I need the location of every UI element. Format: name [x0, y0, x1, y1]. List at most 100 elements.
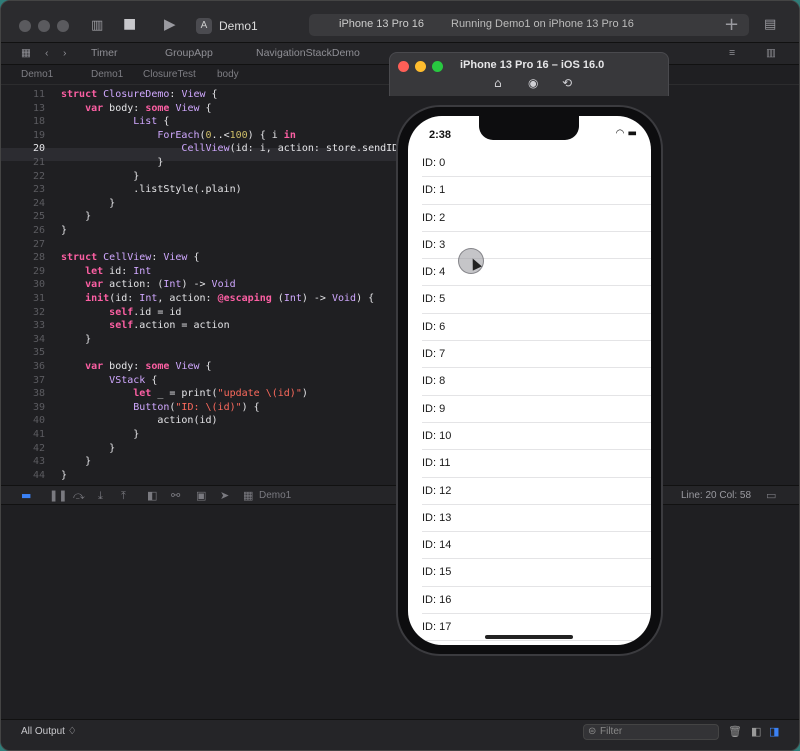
sim-minimize-button[interactable] — [415, 61, 426, 72]
id-button[interactable]: ID: 2 — [408, 205, 651, 233]
close-window-button[interactable] — [19, 20, 31, 32]
id-button[interactable]: ID: 10 — [408, 423, 651, 451]
code-line[interactable]: } — [61, 171, 139, 182]
id-button[interactable]: ID: 16 — [408, 587, 651, 615]
tab-navigationstackdemo[interactable]: NavigationStackDemo — [256, 47, 360, 59]
code-line[interactable]: let id: Int — [61, 266, 151, 277]
tab-timer[interactable]: Timer — [91, 47, 117, 59]
output-selector[interactable]: All Output ♢ — [21, 726, 77, 737]
home-icon[interactable]: ⌂ — [494, 76, 502, 90]
step-over-icon[interactable]: ⤼ — [73, 489, 85, 503]
id-button[interactable]: ID: 9 — [408, 396, 651, 424]
id-list[interactable]: ID: 0 ID: 1 ID: 2 ID: 3 ID: 4 ID: 5 ID: 6 ID: 7… — [408, 150, 651, 642]
filter-input[interactable]: Filter — [583, 724, 719, 740]
view-hierarchy-icon[interactable]: ◧ — [147, 489, 157, 502]
console-view-icon[interactable]: ◨ — [769, 725, 779, 738]
code-line[interactable]: var action: (Int) -> Void — [61, 279, 236, 290]
id-button[interactable]: ID: 13 — [408, 505, 651, 533]
code-line[interactable]: } — [61, 334, 91, 345]
memory-graph-icon[interactable]: ⚯ — [171, 489, 180, 502]
id-button[interactable]: ID: 0 — [408, 150, 651, 178]
environment-icon[interactable]: ▣ — [196, 489, 206, 502]
line-number: 33 — [32, 320, 45, 332]
line-number: 36 — [32, 361, 45, 372]
tab-overview-icon[interactable]: ▦ — [21, 47, 31, 59]
line-number: 25 — [32, 211, 45, 223]
screenshot-icon[interactable]: ◉ — [528, 76, 538, 90]
code-line[interactable]: } — [61, 443, 115, 454]
run-destination[interactable]: iPhone 13 Pro 16 — [339, 18, 424, 30]
scheme-name[interactable]: Demo1 — [219, 19, 258, 33]
editor-options-icon[interactable]: ≡ — [729, 47, 735, 59]
line-number: 11 — [32, 89, 45, 100]
id-button[interactable]: ID: 1 — [408, 177, 651, 205]
code-line[interactable]: } — [61, 157, 163, 168]
code-line[interactable]: self.id = id — [61, 307, 181, 318]
code-line[interactable]: } — [61, 470, 67, 481]
id-button[interactable]: ID: 4 — [408, 259, 651, 287]
code-line[interactable]: ForEach(0..<100) { i in — [61, 130, 296, 141]
code-line[interactable]: } — [61, 456, 91, 467]
code-line[interactable]: VStack { — [61, 375, 157, 386]
filter-icon: ⊜ — [588, 726, 597, 737]
code-line[interactable]: Button("ID: \(id)") { — [61, 402, 259, 413]
tab-groupapp[interactable]: GroupApp — [165, 47, 213, 59]
debug-scheme: Demo1 — [259, 490, 292, 501]
variables-view-icon[interactable]: ◧ — [751, 725, 761, 738]
trash-icon[interactable]: 🗑 — [728, 725, 742, 738]
iphone-screen[interactable]: 2:38 ◠ ▬ ID: 0 ID: 1 ID: 2 ID: 3 ID: 4 ID: 5I… — [408, 116, 651, 645]
line-number: 39 — [32, 401, 45, 413]
code-line[interactable]: var body: some View { — [61, 103, 211, 114]
id-button[interactable]: ID: 6 — [408, 314, 651, 342]
code-line[interactable]: .listStyle(.plain) — [61, 184, 241, 195]
sim-close-button[interactable] — [398, 61, 409, 72]
minimize-window-button[interactable] — [38, 20, 50, 32]
code-line[interactable]: List { — [61, 116, 169, 127]
code-line[interactable]: struct CellView: View { — [61, 252, 200, 263]
code-line[interactable]: let _ = print("update \(id)") — [61, 388, 308, 399]
breadcrumb-project[interactable]: Demo1 — [21, 69, 53, 80]
id-button[interactable]: ID: 15 — [408, 559, 651, 588]
split-editor-icon[interactable]: ▥ — [766, 47, 776, 59]
home-indicator[interactable] — [485, 635, 573, 639]
chevron-left-icon[interactable]: ‹ — [45, 47, 49, 59]
id-button[interactable]: ID: 3 — [408, 232, 651, 260]
code-line[interactable]: CellView(id: i, action: store.sendID) — [61, 143, 404, 154]
console-toggle-icon[interactable]: ▭ — [766, 489, 776, 502]
sim-zoom-button[interactable] — [432, 61, 443, 72]
zoom-window-button[interactable] — [57, 20, 69, 32]
code-line[interactable]: } — [61, 225, 67, 236]
pause-icon[interactable]: ❚❚ — [49, 489, 67, 502]
breadcrumb-symbol[interactable]: body — [217, 69, 239, 80]
code-line[interactable]: } — [61, 429, 139, 440]
chevron-right-icon[interactable]: › — [63, 47, 67, 59]
code-line[interactable]: } — [61, 211, 91, 222]
breadcrumb-folder[interactable]: Demo1 — [91, 69, 123, 80]
stop-button[interactable]: ■ — [123, 16, 136, 32]
id-button[interactable]: ID: 7 — [408, 341, 651, 369]
breadcrumb-file[interactable]: ClosureTest — [143, 69, 196, 80]
code-line[interactable]: struct ClosureDemo: View { — [61, 89, 218, 100]
id-button[interactable]: ID: 5 — [408, 286, 651, 315]
id-button[interactable]: ID: 8 — [408, 368, 651, 396]
code-line[interactable]: var body: some View { — [61, 361, 211, 372]
plus-icon[interactable]: + — [724, 14, 739, 35]
id-button[interactable]: ID: 12 — [408, 478, 651, 506]
id-button[interactable]: ID: 14 — [408, 532, 651, 560]
step-out-icon[interactable]: ⤒ — [121, 489, 126, 503]
line-number: 31 — [32, 293, 45, 304]
rotate-icon[interactable]: ⟲ — [562, 76, 572, 90]
hide-debug-area-icon[interactable]: ▬ — [21, 489, 31, 502]
code-line[interactable]: init(id: Int, action: @escaping (Int) ->… — [61, 293, 374, 304]
run-button[interactable]: ▶ — [164, 15, 176, 33]
inspector-toggle-icon[interactable]: ▤ — [764, 17, 776, 32]
iphone-frame: 2:38 ◠ ▬ ID: 0 ID: 1 ID: 2 ID: 3 ID: 4 ID: 5I… — [396, 105, 663, 656]
code-line[interactable]: action(id) — [61, 415, 217, 426]
id-button[interactable]: ID: 11 — [408, 450, 651, 478]
code-line[interactable]: } — [61, 198, 115, 209]
step-into-icon[interactable]: ⤓ — [98, 489, 103, 503]
code-line[interactable]: self.action = action — [61, 320, 229, 331]
sidebar-toggle-icon[interactable]: ▥ — [91, 18, 103, 33]
line-number: 40 — [32, 415, 45, 427]
location-icon[interactable]: ➤ — [220, 489, 229, 502]
